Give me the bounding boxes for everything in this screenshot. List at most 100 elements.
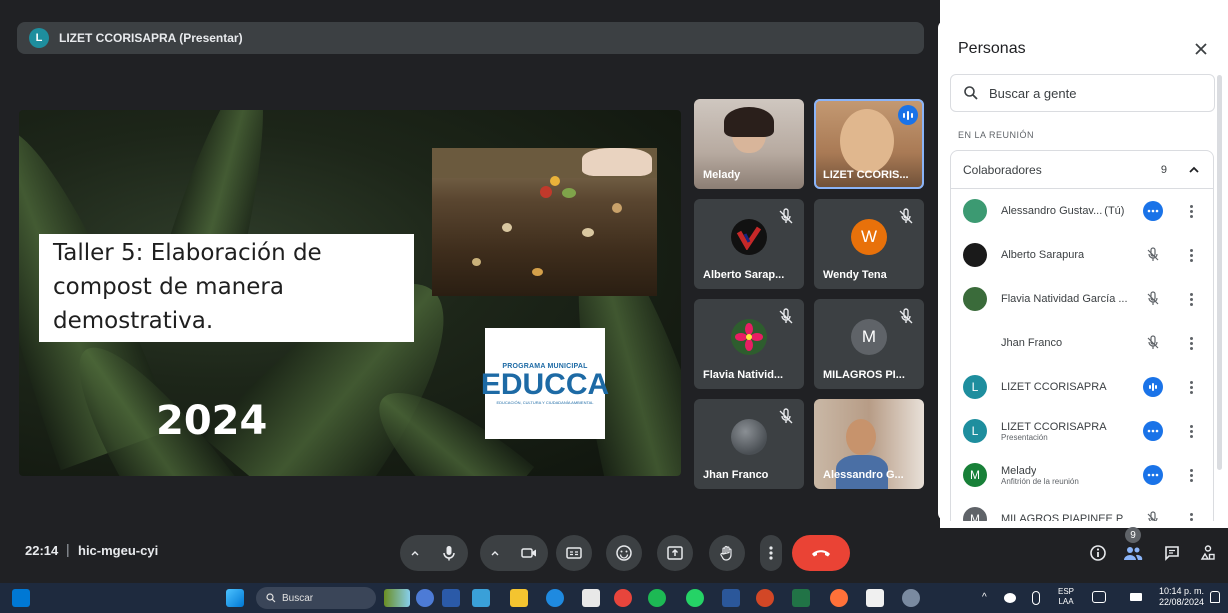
emoji-button[interactable] bbox=[606, 535, 642, 571]
participant-tile[interactable]: Flavia Nativid... bbox=[694, 299, 804, 389]
more-actions-icon[interactable] bbox=[1143, 421, 1163, 441]
people-search-field[interactable] bbox=[950, 74, 1215, 112]
person-name: LIZET CCORISAPRA bbox=[1001, 420, 1107, 433]
cloud-icon[interactable] bbox=[1004, 593, 1016, 603]
taskbar-search[interactable]: Buscar bbox=[256, 587, 376, 609]
chevron-up-icon[interactable] bbox=[490, 548, 500, 558]
meeting-details-button[interactable] bbox=[1086, 541, 1110, 565]
present-screen-icon bbox=[667, 546, 683, 560]
taskbar-clock[interactable]: 10:14 p. m. 22/08/2024 bbox=[1152, 586, 1204, 608]
copilot-icon[interactable] bbox=[416, 589, 434, 607]
participant-tile[interactable]: Alberto Sarap... bbox=[694, 199, 804, 289]
person-text: Flavia Natividad García ... bbox=[1001, 293, 1135, 305]
powerpoint-icon[interactable] bbox=[756, 589, 774, 607]
camera-control[interactable] bbox=[480, 535, 548, 571]
spotify-icon[interactable] bbox=[648, 589, 666, 607]
participant-tile[interactable]: Jhan Franco bbox=[694, 399, 804, 489]
captions-icon bbox=[566, 547, 582, 559]
volume-icon[interactable] bbox=[1110, 592, 1124, 602]
close-icon[interactable] bbox=[1190, 38, 1212, 60]
notification-bell-icon[interactable] bbox=[1210, 591, 1220, 603]
word-icon[interactable] bbox=[722, 589, 740, 607]
display-icon[interactable] bbox=[1092, 591, 1106, 603]
person-row[interactable]: L LIZET CCORISAPRA bbox=[951, 365, 1213, 409]
language-indicator[interactable]: ESP LAA bbox=[1058, 587, 1074, 607]
battery-icon[interactable] bbox=[1130, 593, 1142, 601]
more-vert-icon[interactable] bbox=[1187, 333, 1195, 353]
person-row[interactable]: M MILAGROS PIAPINEE P bbox=[951, 497, 1213, 521]
search-icon bbox=[266, 593, 276, 603]
more-vert-icon[interactable] bbox=[1187, 201, 1195, 221]
leave-call-button[interactable] bbox=[792, 535, 850, 571]
mic-off-icon[interactable] bbox=[1143, 509, 1163, 521]
person-name: Jhan Franco bbox=[1001, 337, 1063, 349]
tile-name: Flavia Nativid... bbox=[703, 369, 784, 381]
more-vert-icon[interactable] bbox=[1187, 377, 1195, 397]
edge-icon[interactable] bbox=[546, 589, 564, 607]
app-icon[interactable] bbox=[472, 589, 490, 607]
chevron-up-icon[interactable] bbox=[410, 548, 420, 558]
more-actions-icon[interactable] bbox=[1143, 465, 1163, 485]
mic-off-icon[interactable] bbox=[1143, 333, 1163, 353]
whatsapp-icon[interactable] bbox=[686, 589, 704, 607]
people-search-input[interactable] bbox=[989, 85, 1189, 101]
presenter-bar[interactable]: L LIZET CCORISAPRA (Presentar) bbox=[17, 22, 924, 54]
language-code: ESP bbox=[1058, 587, 1075, 596]
participant-tile[interactable]: Melady bbox=[694, 99, 804, 189]
more-actions-icon[interactable] bbox=[1143, 201, 1163, 221]
mic-off-icon[interactable] bbox=[1143, 245, 1163, 265]
person-row[interactable]: L LIZET CCORISAPRA Presentación bbox=[951, 409, 1213, 453]
mic-off-icon bbox=[779, 308, 793, 324]
more-vert-icon[interactable] bbox=[1187, 509, 1195, 521]
captions-button[interactable] bbox=[556, 535, 592, 571]
store-icon[interactable] bbox=[582, 589, 600, 607]
avatar: M bbox=[963, 463, 987, 487]
chrome-icon[interactable] bbox=[614, 589, 632, 607]
app-icon[interactable] bbox=[866, 589, 884, 607]
participant-tile[interactable]: LIZET CCORIS... bbox=[814, 99, 924, 189]
start-icon[interactable] bbox=[226, 589, 244, 607]
collaborators-group-header[interactable]: Colaboradores 9 bbox=[951, 151, 1213, 189]
person-row[interactable]: Flavia Natividad García ... bbox=[951, 277, 1213, 321]
more-vert-icon[interactable] bbox=[1187, 421, 1195, 441]
firefox-icon[interactable] bbox=[830, 589, 848, 607]
people-button[interactable] bbox=[1121, 541, 1145, 565]
excel-icon[interactable] bbox=[792, 589, 810, 607]
chat-button[interactable] bbox=[1160, 541, 1184, 565]
you-label: (Tú) bbox=[1104, 205, 1125, 217]
task-view-icon[interactable] bbox=[442, 589, 460, 607]
weather-icon[interactable] bbox=[384, 589, 410, 607]
more-vert-icon[interactable] bbox=[1187, 245, 1195, 265]
mic-off-icon bbox=[779, 208, 793, 224]
more-options-button[interactable] bbox=[760, 535, 782, 571]
chevron-up-icon[interactable]: ^ bbox=[982, 592, 987, 603]
person-name: Alberto Sarapura bbox=[1001, 249, 1085, 261]
present-button[interactable] bbox=[657, 535, 693, 571]
tile-name: Melady bbox=[703, 169, 741, 181]
participant-tile[interactable]: M MILAGROS PI... bbox=[814, 299, 924, 389]
person-row[interactable]: Alessandro Gustav... (Tú) bbox=[951, 189, 1213, 233]
person-row[interactable]: Jhan Franco bbox=[951, 321, 1213, 365]
activities-button[interactable] bbox=[1196, 541, 1220, 565]
camera-icon[interactable] bbox=[520, 544, 538, 562]
more-vert-icon[interactable] bbox=[1187, 465, 1195, 485]
panel-scrollbar[interactable] bbox=[1217, 75, 1222, 470]
person-row[interactable]: Alberto Sarapura bbox=[951, 233, 1213, 277]
raise-hand-button[interactable] bbox=[709, 535, 745, 571]
person-text: Melady Anfitrión de la reunión bbox=[1001, 465, 1135, 486]
chevron-up-icon[interactable] bbox=[1187, 163, 1201, 177]
microphone-icon[interactable] bbox=[1032, 591, 1040, 605]
widgets-icon[interactable] bbox=[12, 589, 30, 607]
microphone-icon[interactable] bbox=[440, 544, 458, 562]
file-explorer-icon[interactable] bbox=[510, 589, 528, 607]
avatar: M bbox=[851, 318, 887, 355]
speaking-indicator-icon[interactable] bbox=[1143, 377, 1163, 397]
settings-gear-icon[interactable] bbox=[902, 589, 920, 607]
participant-tile[interactable]: Alessandro G... bbox=[814, 399, 924, 489]
person-row[interactable]: M Melady Anfitrión de la reunión bbox=[951, 453, 1213, 497]
group-count: 9 bbox=[1160, 163, 1167, 176]
mic-off-icon[interactable] bbox=[1143, 289, 1163, 309]
mic-control[interactable] bbox=[400, 535, 468, 571]
participant-tile[interactable]: W Wendy Tena bbox=[814, 199, 924, 289]
more-vert-icon[interactable] bbox=[1187, 289, 1195, 309]
